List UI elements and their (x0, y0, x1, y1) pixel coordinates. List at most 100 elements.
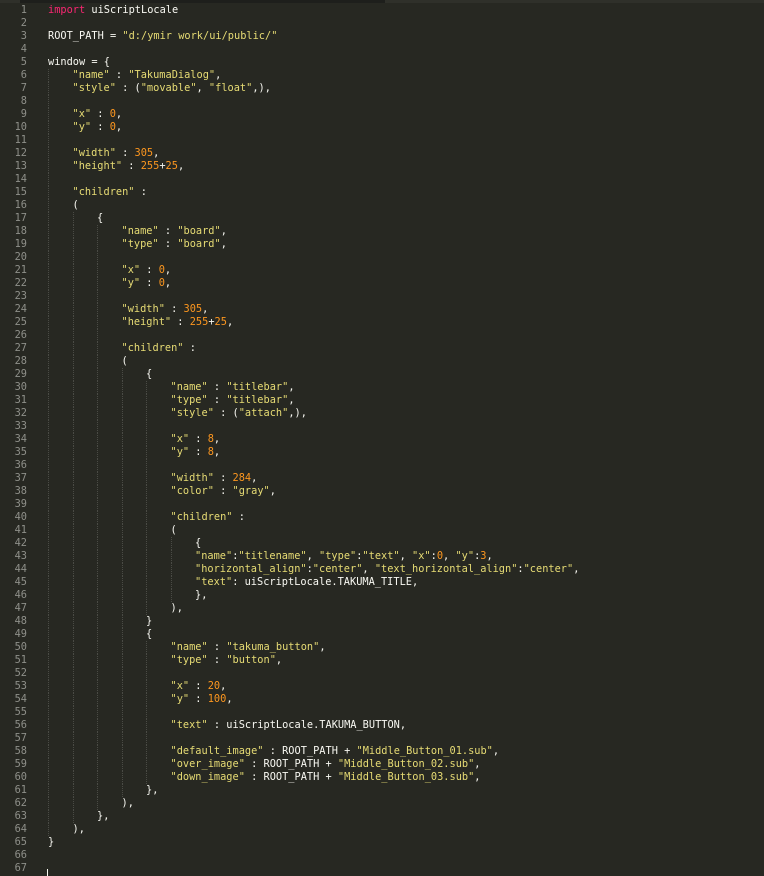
code-line[interactable]: 33 (0, 420, 764, 433)
code-text: "name" : "board", (122, 225, 227, 238)
code-line[interactable]: 9 "x" : 0, (0, 108, 764, 121)
code-line[interactable]: 30 "name" : "titlebar", (0, 381, 764, 394)
code-line[interactable]: 15 "children" : (0, 186, 764, 199)
code-token: "over_image" (170, 758, 245, 770)
code-line[interactable]: 21 "x" : 0, (0, 264, 764, 277)
line-number: 3 (20, 30, 27, 42)
line-number: 25 (14, 316, 27, 328)
code-line[interactable]: 2 (0, 17, 764, 30)
code-line[interactable]: 3 ROOT_PATH = "d:/ymir work/ui/public/" (0, 30, 764, 43)
indent-guide (121, 589, 123, 602)
code-line[interactable]: 67 (0, 862, 764, 875)
indent-guide (121, 459, 123, 472)
code-line[interactable]: 17 { (0, 212, 764, 225)
code-line[interactable]: 60 "down_image" : ROOT_PATH + "Middle_But… (0, 771, 764, 784)
code-line[interactable]: 29 { (0, 368, 764, 381)
code-editor[interactable]: 1 import uiScriptLocale 2 3 ROOT_PATH = "d:/… (0, 4, 764, 875)
code-line[interactable]: 23 (0, 290, 764, 303)
code-line[interactable]: 6 "name" : "TakumaDialog", (0, 69, 764, 82)
code-line[interactable]: 51 "type" : "button", (0, 654, 764, 667)
indent-guide (121, 433, 123, 446)
text-cursor (47, 869, 48, 876)
code-line[interactable]: 19 "type" : "board", (0, 238, 764, 251)
code-line[interactable]: 47), (0, 602, 764, 615)
indent-guide (48, 537, 49, 550)
code-line[interactable]: 37 "width" : 284, (0, 472, 764, 485)
code-line[interactable]: 20 (0, 251, 764, 264)
indent-guide (48, 680, 49, 693)
code-line[interactable]: 63}, (0, 810, 764, 823)
code-line[interactable]: 24 "width" : 305, (0, 303, 764, 316)
code-line[interactable]: 5 window = { (0, 56, 764, 69)
code-line[interactable]: 42 { (0, 537, 764, 550)
code-line[interactable]: 54 "y" : 100, (0, 693, 764, 706)
code-line[interactable]: 16 ( (0, 199, 764, 212)
code-line[interactable]: 41 ( (0, 524, 764, 537)
code-token: ( (170, 524, 177, 536)
code-line[interactable]: 65} (0, 836, 764, 849)
code-line[interactable]: 25 "height" : 255+25, (0, 316, 764, 329)
indent-guide (97, 576, 98, 589)
code-line[interactable]: 58 "default_image" : ROOT_PATH + "Middle_… (0, 745, 764, 758)
indent-guide (97, 771, 98, 784)
code-line[interactable]: 31 "type" : "titlebar", (0, 394, 764, 407)
code-line[interactable]: 48} (0, 615, 764, 628)
code-token: , (573, 563, 580, 575)
code-line[interactable]: 52 (0, 667, 764, 680)
indent-guide (72, 563, 74, 576)
code-token: , (399, 550, 413, 562)
indent-guide (121, 758, 123, 771)
code-line[interactable]: 22 "y" : 0, (0, 277, 764, 290)
indent-guide (48, 706, 49, 719)
code-line[interactable]: 61}, (0, 784, 764, 797)
code-line[interactable]: 4 (0, 43, 764, 56)
code-text: "name" : "titlebar", (171, 381, 295, 394)
code-line[interactable]: 7 "style" : ("movable", "float",), (0, 82, 764, 95)
indent-guide (72, 810, 74, 823)
code-line[interactable]: 11 (0, 134, 764, 147)
indent-guide (146, 589, 147, 602)
code-token: : (171, 316, 190, 328)
code-line[interactable]: 26 (0, 329, 764, 342)
code-line[interactable]: 55 (0, 706, 764, 719)
line-number: 30 (14, 381, 27, 393)
code-line[interactable]: 46}, (0, 589, 764, 602)
code-line[interactable]: 10 "y" : 0, (0, 121, 764, 134)
code-line[interactable]: 44 "horizontal_align":"center", "text_hor… (0, 563, 764, 576)
code-line[interactable]: 1 import uiScriptLocale (0, 4, 764, 17)
code-line[interactable]: 13 "height" : 255+25, (0, 160, 764, 173)
code-line[interactable]: 32 "style" : ("attach",), (0, 407, 764, 420)
code-line[interactable]: 14 (0, 173, 764, 186)
code-line[interactable]: 50 "name" : "takuma_button", (0, 641, 764, 654)
code-token: 284 (232, 472, 252, 484)
code-line[interactable]: 62), (0, 797, 764, 810)
code-line[interactable]: 39 (0, 498, 764, 511)
code-line[interactable]: 53 "x" : 20, (0, 680, 764, 693)
code-line[interactable]: 36 (0, 459, 764, 472)
indent-guide (72, 615, 74, 628)
code-line[interactable]: 64), (0, 823, 764, 836)
code-line[interactable]: 35 "y" : 8, (0, 446, 764, 459)
code-line[interactable]: 12 "width" : 305, (0, 147, 764, 160)
code-token: 305 (183, 303, 203, 315)
code-line[interactable]: 49 { (0, 628, 764, 641)
line-number: 47 (14, 602, 27, 614)
code-line[interactable]: 40 "children" : (0, 511, 764, 524)
code-line[interactable]: 57 (0, 732, 764, 745)
indent-guide (121, 641, 123, 654)
code-token: "type" (319, 550, 357, 562)
code-line[interactable]: 27 "children" : (0, 342, 764, 355)
code-line[interactable]: 56 "text" : uiScriptLocale.TAKUMA_BUTTON, (0, 719, 764, 732)
code-line[interactable]: 43 "name":"titlename", "type":"text", "x"… (0, 550, 764, 563)
code-line[interactable]: 8 (0, 95, 764, 108)
code-token: , (362, 563, 375, 575)
indent-guide (48, 225, 49, 238)
code-line[interactable]: 59 "over_image" : ROOT_PATH + "Middle_But… (0, 758, 764, 771)
code-line[interactable]: 34 "x" : 8, (0, 433, 764, 446)
indent-guide (48, 576, 49, 589)
code-line[interactable]: 45 "text": uiScriptLocale.TAKUMA_TITLE, (0, 576, 764, 589)
code-line[interactable]: 66 (0, 849, 764, 862)
code-line[interactable]: 18 "name" : "board", (0, 225, 764, 238)
code-line[interactable]: 28 ( (0, 355, 764, 368)
code-line[interactable]: 38 "color" : "gray", (0, 485, 764, 498)
